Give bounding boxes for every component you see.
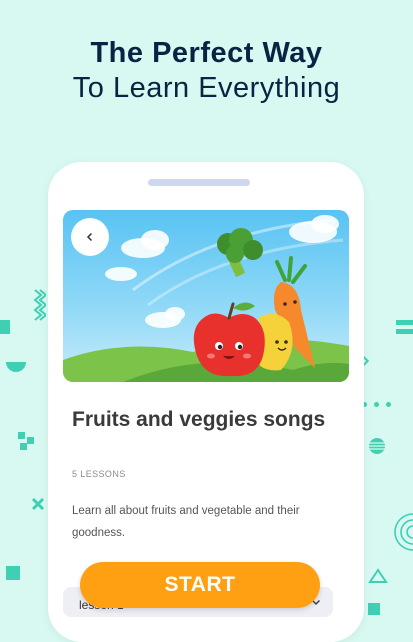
course-hero-image <box>63 210 349 382</box>
triangle-right-decoration <box>368 568 388 583</box>
course-title: Fruits and veggies songs <box>72 408 326 431</box>
bars-right-decoration <box>396 320 413 325</box>
headline-line-2: To Learn Everything <box>72 72 341 104</box>
lesson-count: 5 LESSONS <box>72 469 126 479</box>
phone-speaker <box>148 179 250 186</box>
square-left-decoration <box>6 566 20 580</box>
headline-line-1: The Perfect Way <box>90 37 323 69</box>
chevron-left-icon <box>86 232 93 242</box>
zigzag-left-decoration <box>33 289 46 321</box>
cross-left-decoration <box>31 497 45 511</box>
bar-left-decoration <box>0 320 10 334</box>
promo-headline: The Perfect Way To Learn Everything <box>0 36 413 106</box>
course-description: Learn all about fruits and vegetable and… <box>72 505 300 539</box>
bars-right-decoration-2 <box>396 329 413 334</box>
arcs-right-decoration <box>394 513 413 551</box>
striped-circle-right-decoration <box>369 438 385 454</box>
square-right-decoration <box>368 603 380 615</box>
half-circle-left-decoration <box>6 362 26 372</box>
back-button[interactable] <box>71 218 109 256</box>
start-button[interactable]: START <box>80 562 320 608</box>
